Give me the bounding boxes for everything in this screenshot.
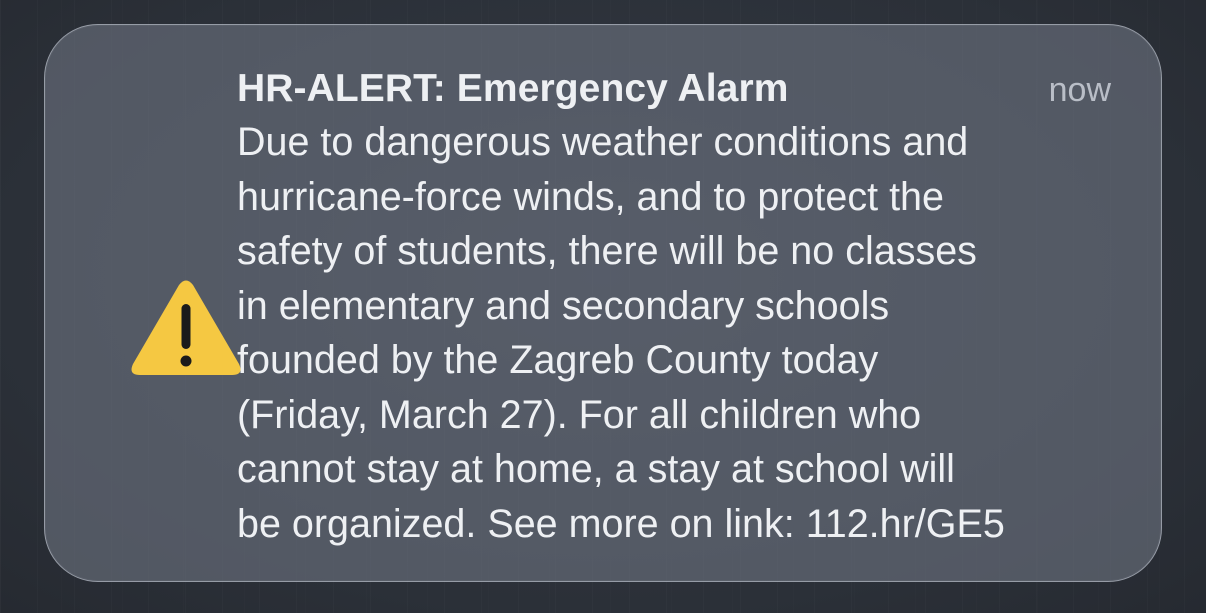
emergency-alert-notification[interactable]: HR-ALERT: Emergency Alarm now Due to dan… xyxy=(44,24,1162,582)
warning-exclamation-dot xyxy=(180,355,192,367)
notification-timestamp: now xyxy=(1048,71,1111,109)
body-line: cannot stay at home, a stay at school wi… xyxy=(237,447,955,491)
body-line: safety of students, there will be no cla… xyxy=(237,229,977,273)
body-line: Due to dangerous weather conditions and xyxy=(237,120,969,164)
warning-triangle-icon xyxy=(130,278,242,380)
warning-exclamation-bar xyxy=(181,304,191,349)
body-line: in elementary and secondary schools xyxy=(237,283,890,328)
body-line: be organized. See more on link: 112.hr/G… xyxy=(237,501,1005,546)
body-line: (Friday, March 27). For all children who xyxy=(237,392,922,437)
notification-body: Due to dangerous weather conditions and … xyxy=(237,115,1137,551)
body-line: hurricane-force winds, and to protect th… xyxy=(237,174,944,219)
notification-title: HR-ALERT: Emergency Alarm xyxy=(237,67,789,110)
warning-triangle-icon-graphic xyxy=(131,280,241,375)
body-line: founded by the Zagreb County today xyxy=(237,338,879,382)
